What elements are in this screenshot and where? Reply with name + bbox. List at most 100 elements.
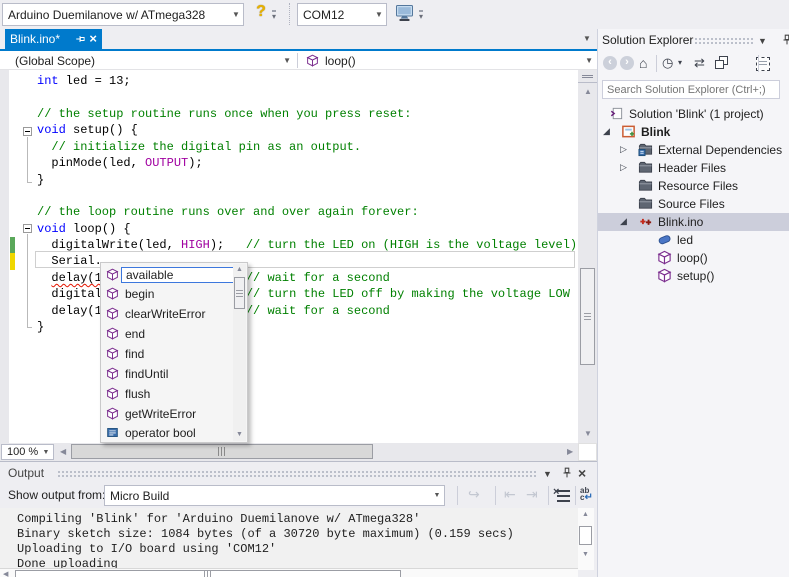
indicator-margin[interactable]	[0, 70, 9, 443]
fold-line-end	[27, 182, 32, 183]
expanded-arrow-icon[interactable]: ◢	[603, 126, 610, 137]
tree-item-led[interactable]: led	[598, 231, 789, 249]
word-wrap-icon[interactable]: abc↵	[580, 487, 598, 501]
member-value: loop()	[319, 54, 585, 68]
fold-toggle-setup[interactable]	[23, 127, 32, 136]
member-dropdown[interactable]: loop() ▼	[298, 51, 597, 70]
clear-all-icon[interactable]: ×	[557, 490, 570, 502]
intellisense-item[interactable]: findUntil	[103, 364, 172, 383]
scroll-left-icon[interactable]: ◀	[60, 448, 66, 456]
window-position-chevron-icon[interactable]: ▼	[758, 36, 767, 46]
intellisense-item[interactable]: clearWriteError	[103, 304, 209, 323]
intellisense-item[interactable]: begin	[103, 284, 158, 303]
chevron-down-icon[interactable]: ▼	[430, 492, 444, 499]
pending-filter-icon[interactable]: ◷	[662, 55, 673, 71]
back-button-icon[interactable]: ‹	[603, 56, 617, 70]
console-vscrollbar-thumb[interactable]	[579, 526, 592, 545]
tree-item-source-files[interactable]: Source Files	[598, 195, 789, 213]
close-icon[interactable]: ×	[578, 465, 586, 481]
collapse-all-icon[interactable]	[715, 56, 730, 71]
scope-dropdown[interactable]: (Global Scope) ▼	[0, 51, 297, 70]
fold-line-end	[27, 327, 32, 328]
intellisense-item[interactable]: find	[103, 344, 148, 363]
chevron-down-icon[interactable]: ▼	[585, 56, 597, 65]
editor-hscrollbar-thumb[interactable]	[71, 444, 373, 459]
expanded-arrow-icon[interactable]: ◢	[620, 216, 627, 227]
split-handle[interactable]	[578, 70, 597, 83]
toolbar-overflow-button[interactable]: ▾	[419, 10, 423, 21]
help-button[interactable]: ?	[252, 3, 270, 25]
popup-scrollbar[interactable]: ▲ ▼	[233, 264, 246, 441]
next-message-icon[interactable]: ⇥	[526, 486, 538, 503]
scroll-down-icon[interactable]: ▼	[584, 430, 592, 438]
pin-icon[interactable]	[560, 466, 574, 480]
editor-bottom-bar: 100 % ▼ ◀ ▶	[0, 443, 578, 461]
scroll-up-icon[interactable]: ▲	[236, 266, 243, 274]
code-editor[interactable]: int led = 13; // the setup routine runs …	[0, 70, 578, 443]
tree-item-solution[interactable]: Solution 'Blink' (1 project)	[598, 105, 789, 123]
window-position-chevron-icon[interactable]: ▼	[543, 469, 552, 479]
popup-scrollbar-thumb[interactable]	[234, 277, 245, 309]
code-line: }	[37, 319, 44, 335]
tree-item-setup[interactable]: setup()	[598, 267, 789, 285]
method-icon	[106, 327, 119, 340]
zoom-select[interactable]: 100 % ▼	[1, 444, 54, 460]
pin-icon[interactable]	[74, 33, 86, 45]
toolbar-overflow-button[interactable]: ▾	[272, 10, 276, 21]
scroll-up-icon[interactable]: ▲	[584, 88, 592, 96]
editor-vscrollbar-thumb[interactable]	[580, 268, 595, 365]
scroll-left-icon[interactable]: ◀	[3, 571, 8, 577]
tab-blink-ino[interactable]: Blink.ino* ×	[5, 29, 102, 49]
board-select-value: Arduino Duemilanove w/ ATmega328	[3, 8, 229, 22]
scroll-down-icon[interactable]: ▼	[582, 551, 589, 559]
method-icon	[106, 268, 119, 281]
editor-vscrollbar[interactable]: ▲ ▼	[578, 70, 597, 443]
search-input[interactable]	[602, 80, 780, 99]
serial-monitor-icon[interactable]	[395, 4, 415, 22]
show-output-from-label: Show output from:	[8, 488, 105, 502]
document-list-chevron-icon[interactable]: ▼	[583, 34, 591, 43]
scroll-down-icon[interactable]: ▼	[236, 431, 243, 439]
console-hscrollbar-thumb[interactable]	[15, 570, 401, 577]
solution-tree: Solution 'Blink' (1 project) ◢ Blink ▷ E…	[598, 103, 789, 577]
tree-item-resource-files[interactable]: Resource Files	[598, 177, 789, 195]
scroll-up-icon[interactable]: ▲	[582, 511, 589, 519]
intellisense-item[interactable]: available	[103, 265, 235, 284]
intellisense-item[interactable]: flush	[103, 384, 154, 403]
collapsed-arrow-icon[interactable]: ▷	[620, 162, 627, 173]
intellisense-item[interactable]: getWriteError	[103, 404, 200, 423]
close-icon[interactable]: ×	[89, 33, 97, 45]
toolbar-separator	[656, 55, 657, 72]
home-icon[interactable]: ⌂	[639, 55, 647, 71]
com-port-select[interactable]: COM12 ▼	[297, 3, 387, 26]
console-vscrollbar[interactable]: ▲ ▼	[578, 508, 594, 570]
sync-with-active-document-icon[interactable]: ⇄	[694, 55, 705, 71]
output-source-select[interactable]: Micro Build ▼	[104, 485, 445, 506]
pin-icon[interactable]	[780, 33, 789, 47]
collapsed-arrow-icon[interactable]: ▷	[620, 144, 627, 155]
board-select[interactable]: Arduino Duemilanove w/ ATmega328 ▼	[2, 3, 244, 26]
tree-item-header-files[interactable]: ▷ Header Files	[598, 159, 789, 177]
tree-item-project[interactable]: ◢ Blink	[598, 123, 789, 141]
chevron-down-icon[interactable]: ▼	[372, 10, 386, 19]
scroll-right-icon[interactable]: ▶	[567, 448, 573, 456]
method-icon	[657, 268, 672, 283]
chevron-down-icon[interactable]: ▾	[678, 58, 682, 67]
code-line: int led = 13;	[37, 73, 131, 89]
output-title-bar[interactable]: Output ▼ ×	[0, 463, 597, 483]
find-message-icon[interactable]: ↪	[468, 486, 480, 503]
tree-item-external-dependencies[interactable]: ▷ External Dependencies	[598, 141, 789, 159]
console-hscrollbar[interactable]: ◀	[0, 568, 578, 577]
solution-explorer-title-bar[interactable]: Solution Explorer ▼	[598, 29, 789, 52]
chevron-down-icon[interactable]: ▼	[283, 56, 297, 65]
chevron-down-icon[interactable]: ▼	[229, 10, 243, 19]
fold-toggle-loop[interactable]	[23, 224, 32, 233]
output-console[interactable]: Compiling 'Blink' for 'Arduino Duemilano…	[0, 508, 578, 577]
prev-message-icon[interactable]: ⇤	[504, 486, 516, 503]
tree-item-blink-ino[interactable]: ◢ Blink.ino	[598, 213, 789, 231]
tree-item-loop[interactable]: loop()	[598, 249, 789, 267]
intellisense-item[interactable]: operator bool	[103, 423, 200, 442]
intellisense-item[interactable]: end	[103, 324, 149, 343]
chevron-down-icon[interactable]: ▼	[39, 449, 53, 456]
forward-button-icon[interactable]: ›	[620, 56, 634, 70]
